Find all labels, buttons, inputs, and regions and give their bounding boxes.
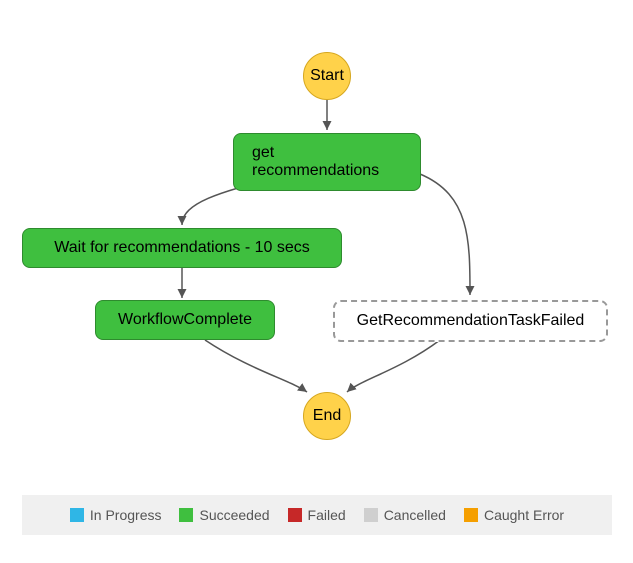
legend-item-cancelled: Cancelled [364, 507, 446, 523]
task-failed-node: GetRecommendationTaskFailed [333, 300, 608, 342]
swatch-succeeded [179, 508, 193, 522]
legend-item-succeeded: Succeeded [179, 507, 269, 523]
swatch-cancelled [364, 508, 378, 522]
legend-item-failed: Failed [288, 507, 346, 523]
flow-diagram: Start get recommendations Wait for recom… [0, 0, 633, 563]
legend-item-in-progress: In Progress [70, 507, 162, 523]
start-node: Start [303, 52, 351, 100]
swatch-in-progress [70, 508, 84, 522]
wait-label: Wait for recommendations - 10 secs [54, 239, 310, 257]
legend-label-caught-error: Caught Error [484, 507, 564, 523]
legend: In Progress Succeeded Failed Cancelled C… [22, 495, 612, 535]
wait-node: Wait for recommendations - 10 secs [22, 228, 342, 268]
get-recommendations-label: get recommendations [252, 144, 402, 180]
legend-item-caught-error: Caught Error [464, 507, 564, 523]
start-label: Start [310, 67, 344, 85]
legend-label-in-progress: In Progress [90, 507, 162, 523]
legend-label-cancelled: Cancelled [384, 507, 446, 523]
workflow-complete-label: WorkflowComplete [118, 311, 252, 329]
get-recommendations-node: get recommendations [233, 133, 421, 191]
end-node: End [303, 392, 351, 440]
workflow-complete-node: WorkflowComplete [95, 300, 275, 340]
task-failed-label: GetRecommendationTaskFailed [357, 312, 585, 330]
legend-label-succeeded: Succeeded [199, 507, 269, 523]
swatch-failed [288, 508, 302, 522]
end-label: End [313, 407, 341, 425]
legend-label-failed: Failed [308, 507, 346, 523]
swatch-caught-error [464, 508, 478, 522]
